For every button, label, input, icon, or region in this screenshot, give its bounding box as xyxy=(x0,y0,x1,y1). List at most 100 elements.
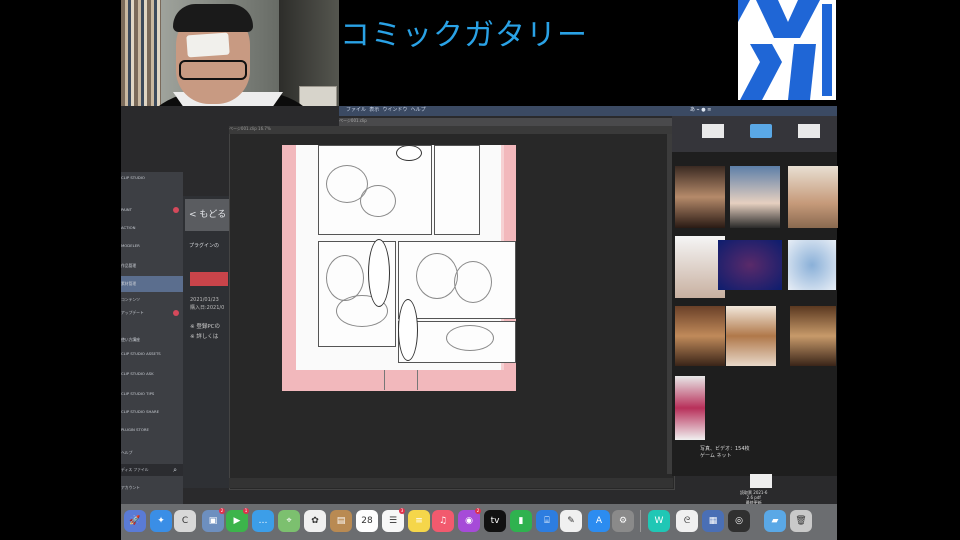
note-line: ※ 登録PCの xyxy=(190,324,221,330)
file-icon[interactable] xyxy=(702,124,724,138)
sidebar-item-label: PLUGIN STORE xyxy=(121,427,149,432)
app-store-icon[interactable]: A xyxy=(588,510,610,532)
sidebar-item-contents[interactable]: コンテンツ xyxy=(121,296,183,304)
sidebar-item-ask[interactable]: CLIP STUDIO ASK xyxy=(121,370,183,386)
menu-item[interactable]: 表示 xyxy=(369,107,379,113)
notes: ※ 登録PCの ※ 詳しくは xyxy=(190,322,220,342)
sidebar-item-update[interactable]: アップデート xyxy=(121,306,183,320)
tab-canvas[interactable]: ページ001.clip xyxy=(339,118,367,123)
folder-icon[interactable] xyxy=(750,124,772,138)
clip-studio-content xyxy=(183,196,231,488)
folder-icon[interactable]: ▰ xyxy=(764,510,786,532)
keynote-icon[interactable]: ⌸ xyxy=(536,510,558,532)
clip-studio-sidebar: CLIP STUDIO PAINT ACTION MODELER 作品管理 素材… xyxy=(121,172,183,506)
clip-studio-icon[interactable]: C xyxy=(174,510,196,532)
maps-icon[interactable]: ⌖ xyxy=(278,510,300,532)
dock-divider xyxy=(640,510,641,532)
crop-mark xyxy=(384,370,418,390)
comic-page-inner[interactable] xyxy=(296,145,516,370)
sidebar-item-label: CLIP STUDIO TIPS xyxy=(121,391,155,396)
glasses xyxy=(179,60,247,80)
sidebar-item-help[interactable]: ヘルプ xyxy=(121,448,183,458)
sidebar-item-tips[interactable]: CLIP STUDIO TIPS xyxy=(121,390,183,406)
sidebar-item-label: コンテンツ xyxy=(121,297,140,302)
canvas-status-bar xyxy=(229,478,673,488)
speech-bubble xyxy=(396,145,422,161)
finder-toolbar xyxy=(672,116,837,152)
sidebar-item-account[interactable]: アカウント xyxy=(121,482,183,494)
trash-icon[interactable]: 🗑 xyxy=(790,510,812,532)
photo-thumbnail[interactable] xyxy=(718,240,782,290)
sidebar-item-tutorials[interactable]: 使い方講座 xyxy=(121,334,183,346)
safari-icon[interactable]: ✦ xyxy=(150,510,172,532)
launchpad-icon[interactable]: 🚀 xyxy=(124,510,146,532)
image-capture-icon[interactable]: ▦ xyxy=(702,510,724,532)
menubar-status: あ ⌁ ● ≡ xyxy=(690,107,712,113)
sidebar-item-materials[interactable]: 素材管理 xyxy=(121,276,183,292)
photo-thumbnail[interactable] xyxy=(788,166,838,228)
photo-thumbnail[interactable] xyxy=(726,306,776,366)
action-button[interactable] xyxy=(190,272,228,286)
numbers-icon[interactable]: ▮ xyxy=(510,510,532,532)
canvas-tabbar[interactable]: ページ001.clip xyxy=(339,118,675,126)
sidebar-item-label: アップデート xyxy=(121,310,144,315)
photo-thumbnail[interactable] xyxy=(788,240,836,290)
notification-badge: 2 xyxy=(475,508,481,514)
music-icon[interactable]: ♫ xyxy=(432,510,454,532)
system-preferences-icon[interactable]: ⚙ xyxy=(612,510,634,532)
sidebar-item-label: CLIP STUDIO ASK xyxy=(121,371,154,376)
tv-icon[interactable]: tv xyxy=(484,510,506,532)
sidebar-header: CLIP STUDIO xyxy=(121,175,145,180)
sidebar-item-assets[interactable]: CLIP STUDIO ASSETS xyxy=(121,350,183,366)
notebook-icon[interactable]: ▤ xyxy=(330,510,352,532)
speech-bubble xyxy=(398,299,418,361)
bookshelf xyxy=(121,0,161,110)
date-line: 2021/01/23 xyxy=(190,297,219,303)
notification-badge: 2 xyxy=(219,508,225,514)
sidebar-item-label: CLIP STUDIO SHARE xyxy=(121,409,160,414)
photo-thumbnail[interactable] xyxy=(675,166,725,228)
calendar-icon[interactable]: 28 xyxy=(356,510,378,532)
plugin-heading: プラグインの xyxy=(189,243,220,249)
sidebar-item-label: ACTION xyxy=(121,225,136,230)
sidebar-item-action[interactable]: ACTION xyxy=(121,222,183,234)
sidebar-item-label: 使い方講座 xyxy=(121,337,140,342)
word-app-icon[interactable]: W xyxy=(648,510,670,532)
photo-thumbnail[interactable] xyxy=(790,306,836,366)
search-icon[interactable]: ⌕ xyxy=(173,464,177,476)
menubar-items[interactable]: ファイル 表示 ウインドウ ヘルプ xyxy=(346,106,426,113)
sidebar-item-label: MODELER xyxy=(121,243,140,248)
sidebar-search-field[interactable]: ディス ファイル ⌕ xyxy=(121,464,183,476)
notification-badge: 1 xyxy=(243,508,249,514)
sidebar-item-modeler[interactable]: MODELER xyxy=(121,240,183,252)
note-line: ※ 詳しくは xyxy=(190,334,219,340)
banner-title: コミックガタリー xyxy=(340,18,588,53)
notes-icon[interactable]: ≡ xyxy=(408,510,430,532)
notification-badge: 3 xyxy=(399,508,405,514)
notification-dot xyxy=(173,310,179,316)
sidebar-item-label: 作品管理 xyxy=(121,263,137,268)
document-icon[interactable] xyxy=(750,474,772,488)
notification-dot xyxy=(173,207,179,213)
photo-thumbnail[interactable] xyxy=(675,306,725,366)
menu-item[interactable]: ウインドウ xyxy=(382,107,407,113)
photo-thumbnail[interactable] xyxy=(675,376,705,440)
sidebar-item-label: アカウント xyxy=(121,485,140,490)
sidebar-item-label: CLIP STUDIO ASSETS xyxy=(121,351,161,356)
messages-icon[interactable]: … xyxy=(252,510,274,532)
file-icon[interactable] xyxy=(798,124,820,138)
canvas-titlebar[interactable]: ページ001.clip 16.7% xyxy=(229,126,675,134)
menu-item[interactable]: ファイル xyxy=(346,107,366,113)
clip-studio-paint-icon[interactable]: ᘓ xyxy=(676,510,698,532)
back-button[interactable]: < もどる xyxy=(185,199,230,231)
sidebar-item-paint[interactable]: PAINT xyxy=(121,204,183,216)
brand-logo xyxy=(738,0,836,100)
sidebar-item-plugin-store[interactable]: PLUGIN STORE xyxy=(121,426,183,442)
sidebar-item-share[interactable]: CLIP STUDIO SHARE xyxy=(121,408,183,424)
sidebar-item-works[interactable]: 作品管理 xyxy=(121,260,183,272)
pencil-app-icon[interactable]: ✎ xyxy=(560,510,582,532)
obs-icon[interactable]: ◎ xyxy=(728,510,750,532)
photos-icon[interactable]: ✿ xyxy=(304,510,326,532)
photo-thumbnail[interactable] xyxy=(730,166,780,228)
menu-item[interactable]: ヘルプ xyxy=(411,107,426,113)
